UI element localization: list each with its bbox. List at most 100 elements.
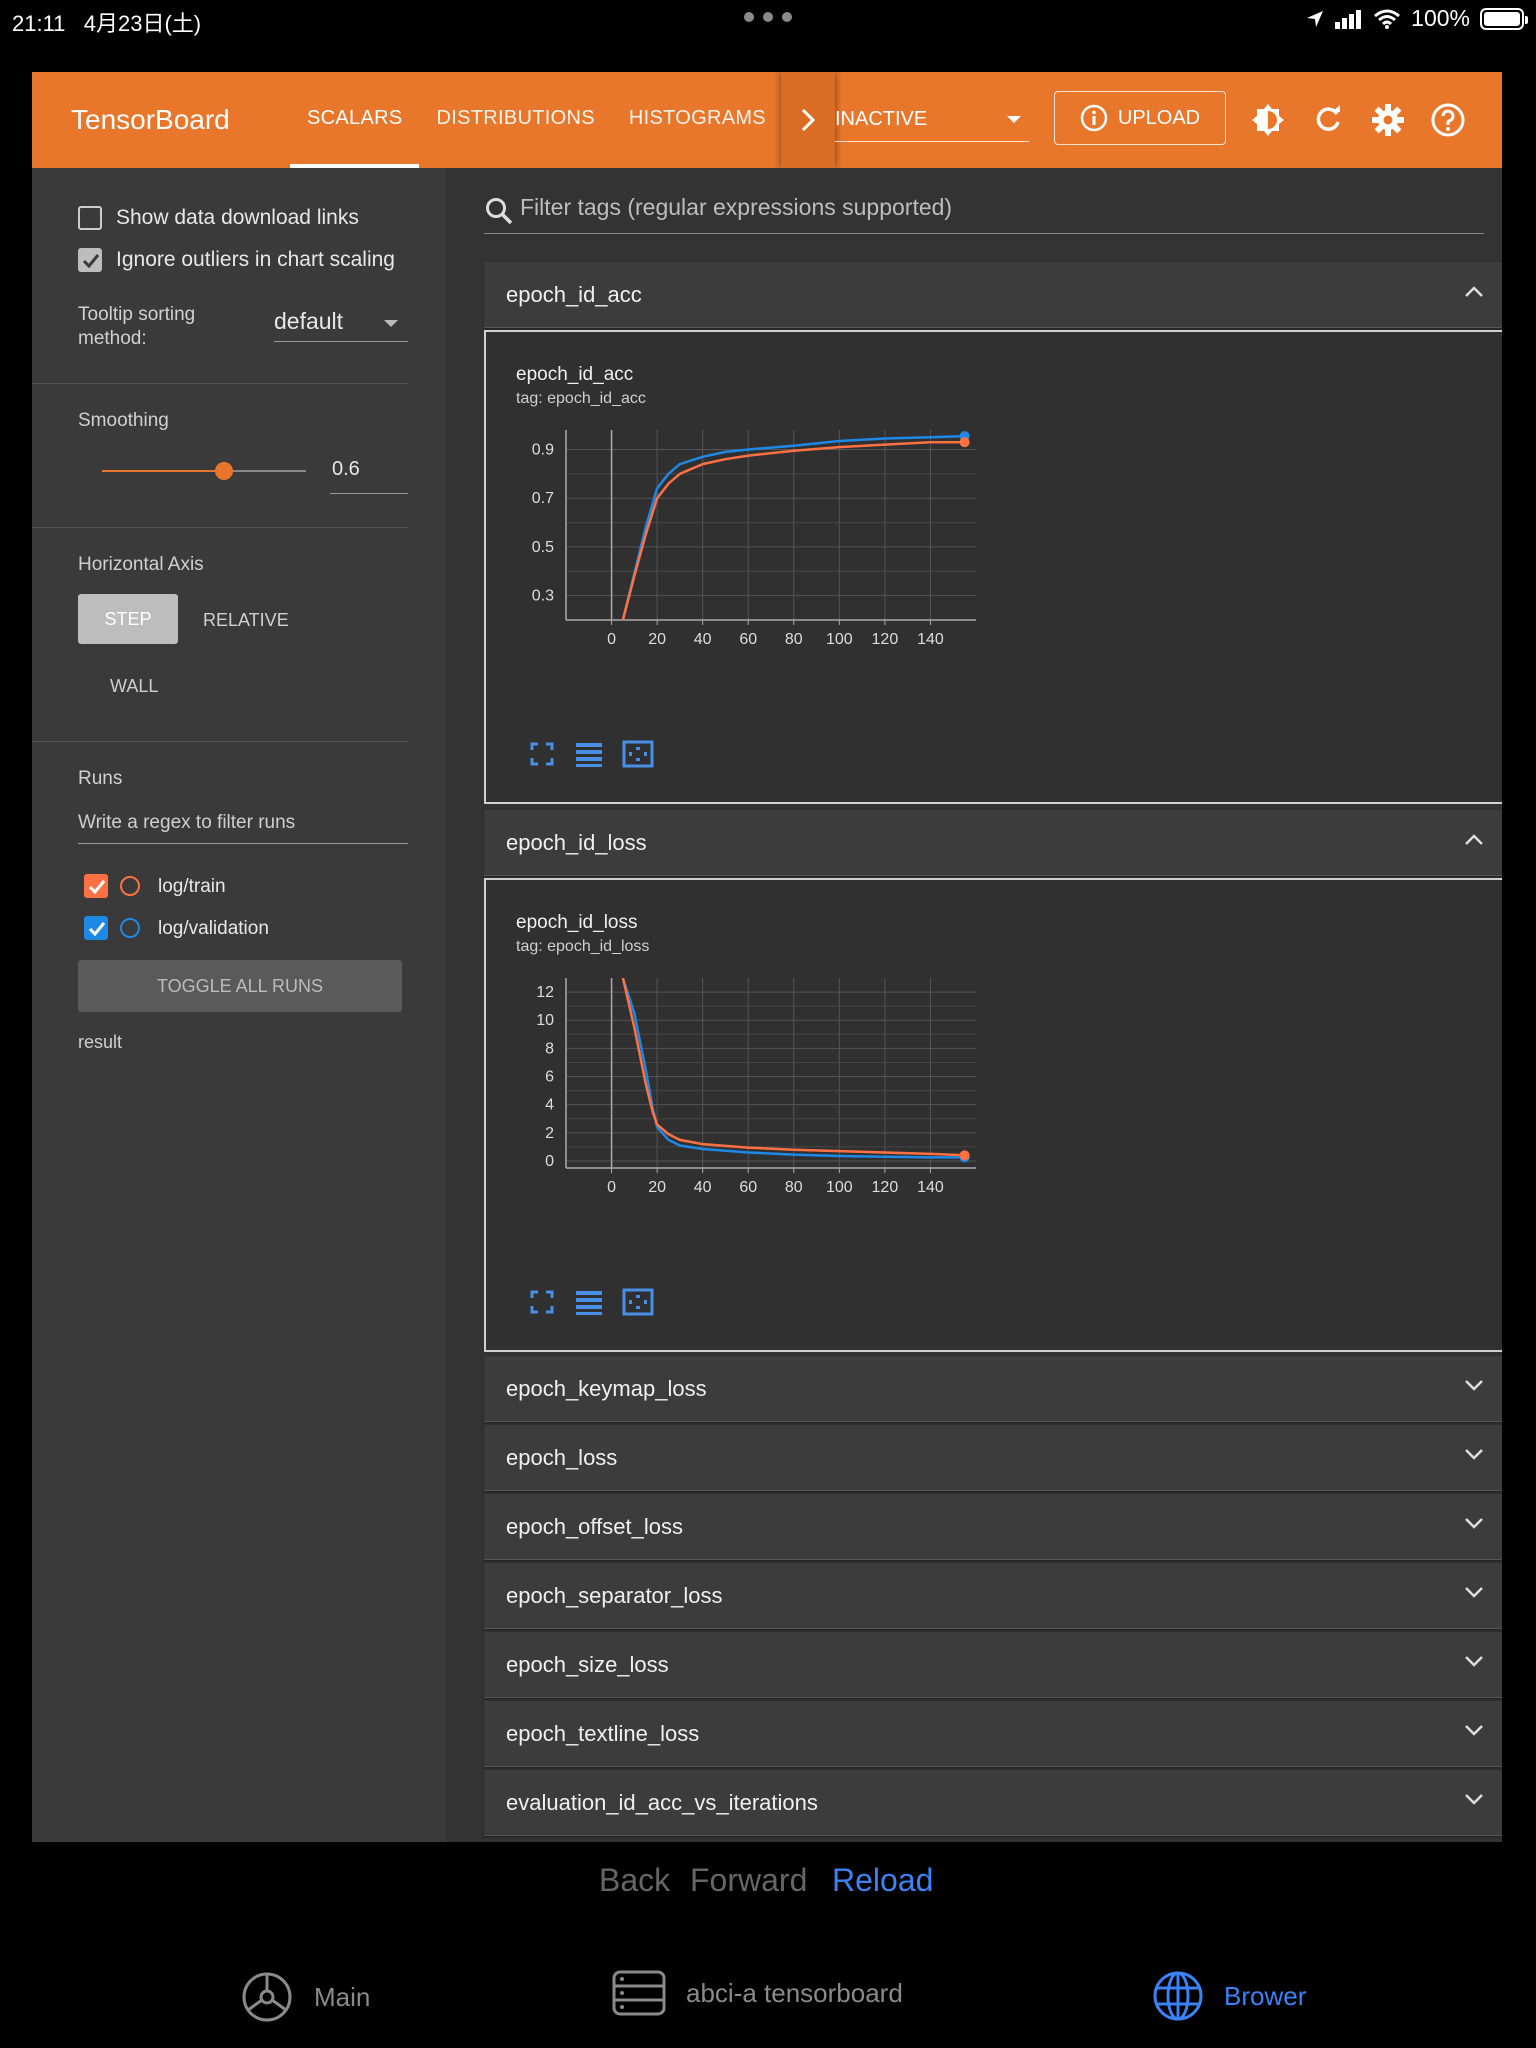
x-tick-label: 40 [694, 631, 712, 648]
y-tick-label: 10 [536, 1012, 554, 1029]
browser-nav: Back Forward Reload [0, 1862, 1536, 1902]
tab-scalars[interactable]: SCALARS [290, 72, 420, 168]
upload-button[interactable]: UPLOAD [1054, 91, 1226, 145]
axis-wall-button[interactable]: WALL [110, 676, 158, 697]
section-header-epoch-textline-loss[interactable]: epoch_textline_loss [484, 1701, 1502, 1767]
series-end-point-log-train [959, 437, 970, 448]
y-tick-label: 0.7 [532, 490, 554, 507]
x-tick-label: 140 [917, 631, 944, 648]
fullscreen-icon[interactable] [528, 1288, 556, 1316]
signal-icon [1335, 9, 1362, 29]
ignore-outliers-checkbox[interactable] [78, 248, 102, 272]
globe-icon [1153, 1971, 1203, 2021]
chart-card-epoch-id-acc: epoch_id_acc tag: epoch_id_acc 0 20 40 60 80… [484, 330, 1502, 804]
run-label-train: log/train [158, 876, 226, 897]
tab-main[interactable]: Main [240, 1970, 370, 2024]
reload-icon[interactable] [1310, 102, 1346, 138]
sidebar: Show data download links Ignore outliers… [32, 168, 446, 1842]
axis-step-button[interactable]: STEP [78, 594, 178, 644]
chart-epoch-id-acc[interactable]: 0 20 40 60 80 100 120 140 0.3 0.5 0.7 0.9 [506, 420, 1026, 660]
y-tick-label: 12 [536, 984, 554, 1001]
run-checkbox-validation[interactable] [84, 916, 108, 940]
chart-title: epoch_id_loss [516, 912, 638, 933]
y-tick-label: 0.5 [532, 539, 554, 556]
section-header-evaluation-id-acc-vs-iterations[interactable]: evaluation_id_acc_vs_iterations [484, 1770, 1502, 1836]
battery-percent: 100% [1411, 5, 1470, 31]
fullscreen-icon[interactable] [528, 740, 556, 768]
chart-actions [528, 740, 654, 768]
run-color-validation-icon[interactable] [120, 918, 140, 938]
section-header-epoch-offset-loss[interactable]: epoch_offset_loss [484, 1494, 1502, 1560]
show-download-links-checkbox[interactable] [78, 206, 102, 230]
section-header-epoch-keymap-loss[interactable]: epoch_keymap_loss [484, 1356, 1502, 1422]
section-title: epoch_id_acc [506, 282, 642, 307]
x-tick-label: 60 [739, 631, 757, 648]
run-checkbox-train[interactable] [84, 874, 108, 898]
tag-filter-placeholder: Filter tags (regular expressions support… [520, 194, 953, 220]
run-color-train-icon[interactable] [120, 876, 140, 896]
tabs-next-button[interactable] [781, 72, 835, 168]
section-header-epoch-separator-loss[interactable]: epoch_separator_loss [484, 1563, 1502, 1629]
steering-wheel-icon [242, 1972, 292, 2022]
y-tick-label: 0 [545, 1153, 554, 1170]
fit-domain-icon[interactable] [622, 1288, 654, 1316]
chevron-down-icon [1465, 1587, 1483, 1598]
chart-epoch-id-loss[interactable]: 0 20 40 60 80 100 120 140 0 2 4 6 8 10 12 [506, 968, 1026, 1208]
section-title: epoch_size_loss [506, 1652, 669, 1677]
horizontal-axis-section: Horizontal Axis STEP RELATIVE WALL [32, 528, 408, 742]
tab-main-label: Main [314, 1981, 371, 2012]
chevron-right-icon [801, 108, 816, 132]
tab-histograms[interactable]: HISTOGRAMS [612, 72, 783, 168]
settings-gear-icon[interactable] [1370, 102, 1406, 138]
section-header-epoch-id-acc[interactable]: epoch_id_acc [484, 262, 1502, 328]
toggle-all-runs-button[interactable]: TOGGLE ALL RUNS [78, 960, 402, 1012]
x-tick-label: 40 [694, 1179, 712, 1196]
y-tick-label: 0.3 [532, 588, 554, 605]
help-icon[interactable] [1430, 102, 1466, 138]
back-button[interactable]: Back [599, 1862, 670, 1899]
tooltip-sorting-label-line1: Tooltip sorting [78, 304, 196, 325]
smoothing-slider-thumb[interactable] [215, 462, 234, 480]
multitask-dots-icon[interactable] [744, 10, 792, 24]
reload-button[interactable]: Reload [832, 1862, 933, 1899]
chevron-up-icon [1465, 834, 1483, 845]
y-tick-label: 8 [545, 1040, 554, 1057]
section-header-epoch-loss[interactable]: epoch_loss [484, 1425, 1502, 1491]
x-tick-label: 80 [785, 1179, 803, 1196]
search-icon [486, 198, 513, 225]
tensorboard-app: TensorBoard SCALARS DISTRIBUTIONS HISTOG… [32, 72, 1502, 1842]
axis-relative-button[interactable]: RELATIVE [203, 610, 289, 631]
smoothing-input[interactable]: 0.6 [330, 448, 408, 494]
checkmark-icon [88, 880, 106, 895]
chart-card-epoch-id-loss: epoch_id_loss tag: epoch_id_loss 0 20 40 60… [484, 878, 1502, 1352]
theme-toggle-icon[interactable] [1250, 102, 1286, 138]
runs-label: Runs [78, 768, 123, 789]
forward-button[interactable]: Forward [690, 1862, 807, 1899]
section-title: epoch_textline_loss [506, 1721, 700, 1746]
inactive-select-value: INACTIVE [835, 108, 928, 130]
toggle-log-scale-icon[interactable] [574, 1288, 604, 1316]
runs-filter-input[interactable]: Write a regex to filter runs [78, 802, 408, 844]
section-header-epoch-size-loss[interactable]: epoch_size_loss [484, 1632, 1502, 1698]
section-header-epoch-id-loss[interactable]: epoch_id_loss [484, 810, 1502, 876]
brand-title: TensorBoard [71, 104, 230, 135]
toggle-log-scale-icon[interactable] [574, 740, 604, 768]
section-title: epoch_offset_loss [506, 1514, 683, 1539]
tab-browser[interactable]: Brower [1152, 1970, 1306, 2022]
tag-filter-input[interactable]: Filter tags (regular expressions support… [484, 186, 1484, 234]
tab-abci-tensorboard[interactable]: abci-a tensorboard [612, 1970, 903, 2016]
y-tick-label: 6 [545, 1069, 554, 1086]
checkmark-icon [82, 254, 100, 269]
inactive-plugins-select[interactable]: INACTIVE [835, 100, 1029, 142]
x-tick-label: 120 [872, 1179, 899, 1196]
result-label: result [78, 1032, 123, 1052]
tab-distributions[interactable]: DISTRIBUTIONS [419, 72, 611, 168]
section-title: evaluation_id_acc_vs_iterations [506, 1790, 818, 1815]
section-title: epoch_keymap_loss [506, 1376, 707, 1401]
fit-domain-icon[interactable] [622, 740, 654, 768]
tooltip-sorting-label-line2: method: [78, 328, 147, 349]
smoothing-slider-track[interactable] [102, 462, 306, 480]
dropdown-arrow-icon [384, 320, 398, 327]
smoothing-section: Smoothing 0.6 [32, 384, 408, 528]
tooltip-sorting-select[interactable]: default [274, 302, 408, 342]
